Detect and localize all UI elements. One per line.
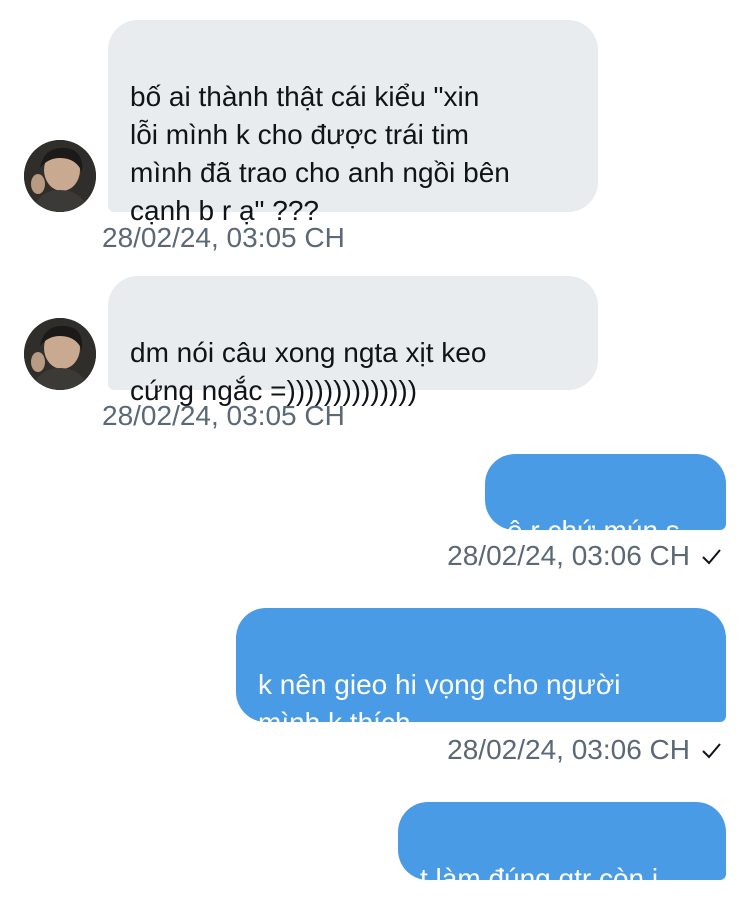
message-text: bố ai thành thật cái kiểu "xin lỗi mình … — [130, 81, 510, 226]
message-timestamp: 28/02/24, 03:06 CH — [447, 734, 690, 765]
message-bubble-outgoing[interactable]: ê r chứ mún s — [485, 454, 726, 546]
message-text: dm nói câu xong ngta xịt keo cứng ngắc =… — [130, 337, 487, 406]
check-icon — [702, 743, 721, 759]
avatar[interactable] — [24, 140, 96, 212]
message-meta: 28/02/24, 03:06 CH — [447, 540, 722, 572]
message-timestamp: 28/02/24, 03:06 CH — [447, 540, 690, 571]
message-timestamp: 28/02/24, 03:05 CH — [102, 400, 345, 431]
message-bubble-outgoing[interactable]: t làm đúng qtr còn j — [398, 802, 726, 894]
check-icon — [702, 549, 721, 565]
message-bubble-outgoing[interactable]: k nên gieo hi vọng cho người mình k thíc… — [236, 608, 726, 738]
message-bubble-incoming[interactable]: dm nói câu xong ngta xịt keo cứng ngắc =… — [108, 276, 598, 406]
avatar[interactable] — [24, 318, 96, 390]
message-bubble-incoming[interactable]: bố ai thành thật cái kiểu "xin lỗi mình … — [108, 20, 598, 226]
message-timestamp: 28/02/24, 03:05 CH — [102, 222, 345, 253]
message-text: k nên gieo hi vọng cho người mình k thíc… — [258, 669, 621, 738]
message-meta: 28/02/24, 03:06 CH — [447, 734, 722, 766]
message-text: t làm đúng qtr còn j — [420, 863, 659, 894]
